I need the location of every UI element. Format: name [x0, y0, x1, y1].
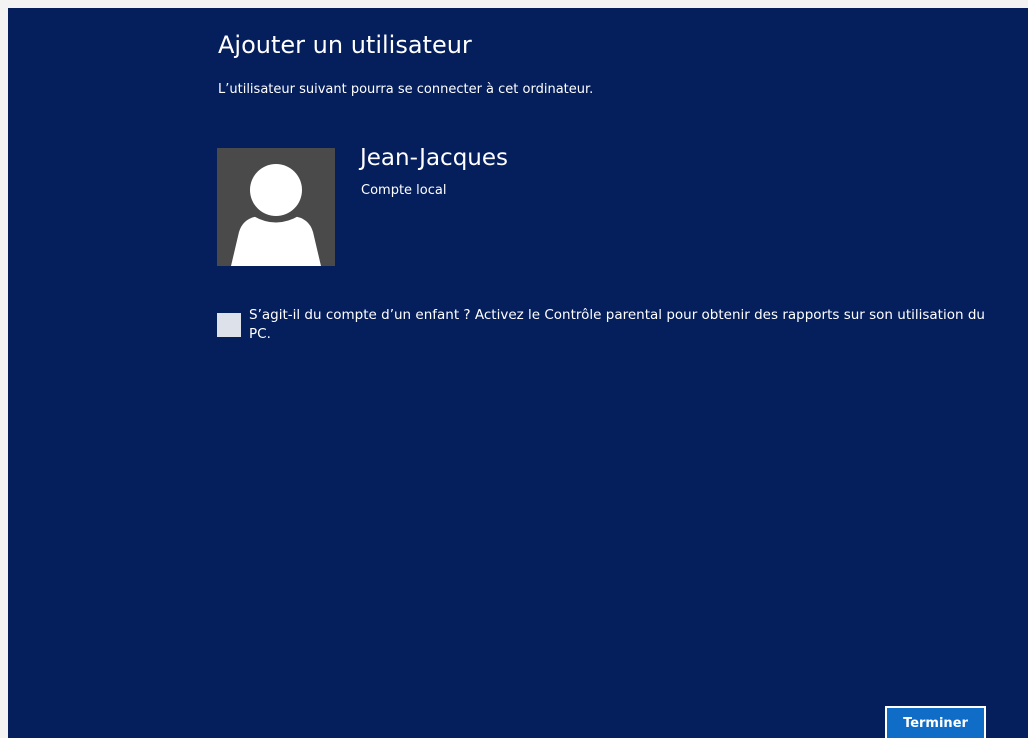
user-name: Jean-Jacques: [360, 145, 509, 171]
parental-control-label[interactable]: S’agit-il du compte d’un enfant ? Active…: [249, 306, 989, 344]
finish-button[interactable]: Terminer: [885, 706, 986, 738]
parental-control-checkbox[interactable]: [217, 313, 241, 337]
add-user-dialog: Ajouter un utilisateur L’utilisateur sui…: [8, 8, 1028, 738]
user-silhouette-icon: [231, 164, 321, 266]
user-avatar: [217, 148, 335, 266]
account-type: Compte local: [361, 183, 447, 198]
page-subtitle: L’utilisateur suivant pourra se connecte…: [218, 82, 594, 97]
page-title: Ajouter un utilisateur: [218, 31, 472, 59]
